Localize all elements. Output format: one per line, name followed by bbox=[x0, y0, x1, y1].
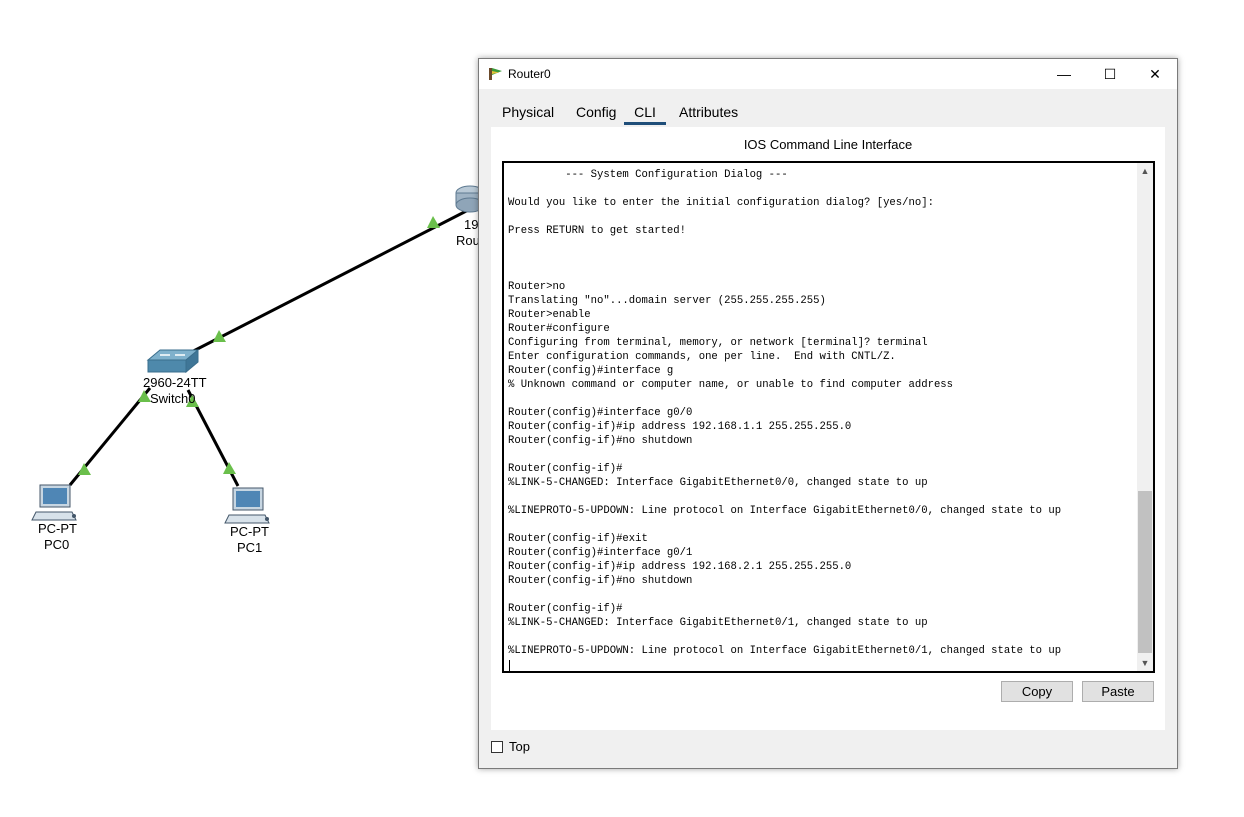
cli-terminal[interactable]: --- System Configuration Dialog --- Would… bbox=[502, 161, 1155, 673]
terminal-line: Router>enable bbox=[508, 309, 591, 321]
pc1-name-label: PC1 bbox=[237, 540, 263, 555]
link-status-icon bbox=[427, 216, 440, 228]
maximize-button[interactable]: ☐ bbox=[1087, 59, 1133, 89]
terminal-line: Router(config-if)# bbox=[508, 463, 623, 475]
link-status-icon bbox=[78, 463, 91, 475]
tab-physical[interactable]: Physical bbox=[502, 99, 554, 125]
switch-name-label: Switch0 bbox=[150, 391, 196, 406]
terminal-line: Router#configure bbox=[508, 323, 610, 335]
router-app-icon bbox=[489, 68, 502, 80]
tab-config[interactable]: Config bbox=[576, 99, 616, 125]
router-model-label: 19 bbox=[464, 217, 479, 232]
switch-icon[interactable] bbox=[146, 348, 200, 374]
pc0-name-label: PC0 bbox=[44, 537, 70, 552]
terminal-line: Router(config-if)#exit bbox=[508, 533, 648, 545]
tab-cli[interactable]: CLI bbox=[624, 99, 666, 125]
switch-model-label: 2960-24TT bbox=[143, 375, 207, 390]
text-cursor bbox=[509, 660, 510, 671]
terminal-line: %LINK-5-CHANGED: Interface GigabitEthern… bbox=[508, 617, 928, 629]
tab-attributes[interactable]: Attributes bbox=[679, 99, 738, 125]
terminal-line: Router(config)#interface g0/0 bbox=[508, 407, 693, 419]
title-bar[interactable]: Router0 — ☐ ✕ bbox=[479, 59, 1177, 89]
panel-title: IOS Command Line Interface bbox=[743, 137, 913, 152]
terminal-line: Configuring from terminal, memory, or ne… bbox=[508, 337, 928, 349]
router-name-label: Rou bbox=[456, 233, 480, 248]
top-checkbox[interactable] bbox=[491, 741, 503, 753]
terminal-line: Router(config)#interface g0/1 bbox=[508, 547, 693, 559]
window-title: Router0 bbox=[508, 67, 551, 81]
pc1-model-label: PC-PT bbox=[230, 524, 269, 539]
paste-button[interactable]: Paste bbox=[1082, 681, 1154, 702]
terminal-output[interactable]: --- System Configuration Dialog --- Would… bbox=[508, 168, 1133, 671]
close-button[interactable]: ✕ bbox=[1132, 59, 1178, 89]
scroll-down-icon[interactable]: ▼ bbox=[1137, 655, 1153, 671]
cli-panel: IOS Command Line Interface --- System Co… bbox=[491, 127, 1165, 730]
terminal-line: Translating "no"...domain server (255.25… bbox=[508, 295, 826, 307]
terminal-line: % Unknown command or computer name, or u… bbox=[508, 379, 954, 391]
terminal-line: %LINK-5-CHANGED: Interface GigabitEthern… bbox=[508, 477, 928, 489]
terminal-line: Router(config-if)#ip address 192.168.1.1… bbox=[508, 421, 852, 433]
terminal-line: %LINEPROTO-5-UPDOWN: Line protocol on In… bbox=[508, 645, 1062, 657]
terminal-line: %LINEPROTO-5-UPDOWN: Line protocol on In… bbox=[508, 505, 1062, 517]
minimize-button[interactable]: — bbox=[1041, 59, 1087, 89]
terminal-line: Would you like to enter the initial conf… bbox=[508, 197, 934, 209]
terminal-line: --- System Configuration Dialog --- bbox=[508, 169, 788, 181]
pc-icon[interactable] bbox=[31, 484, 77, 521]
terminal-line: Router(config-if)# bbox=[508, 603, 623, 615]
pc0-model-label: PC-PT bbox=[38, 521, 77, 536]
terminal-line: Press RETURN to get started! bbox=[508, 225, 687, 237]
terminal-line: Router(config-if)#no shutdown bbox=[508, 435, 693, 447]
terminal-scrollbar[interactable]: ▲ ▼ bbox=[1137, 163, 1153, 671]
terminal-line: Router(config)#interface g bbox=[508, 365, 674, 377]
router-config-window: Router0 — ☐ ✕ Physical Config CLI Attrib… bbox=[478, 58, 1178, 769]
pc-icon[interactable] bbox=[224, 487, 270, 524]
scroll-up-icon[interactable]: ▲ bbox=[1137, 163, 1153, 179]
scrollbar-thumb[interactable] bbox=[1138, 491, 1152, 653]
terminal-line: Router(config-if)#no shutdown bbox=[508, 575, 693, 587]
terminal-line: Router>no bbox=[508, 281, 566, 293]
terminal-line: Enter configuration commands, one per li… bbox=[508, 351, 896, 363]
top-checkbox-label: Top bbox=[509, 739, 530, 754]
terminal-line: Router(config-if)#ip address 192.168.2.1… bbox=[508, 561, 852, 573]
copy-button[interactable]: Copy bbox=[1001, 681, 1073, 702]
